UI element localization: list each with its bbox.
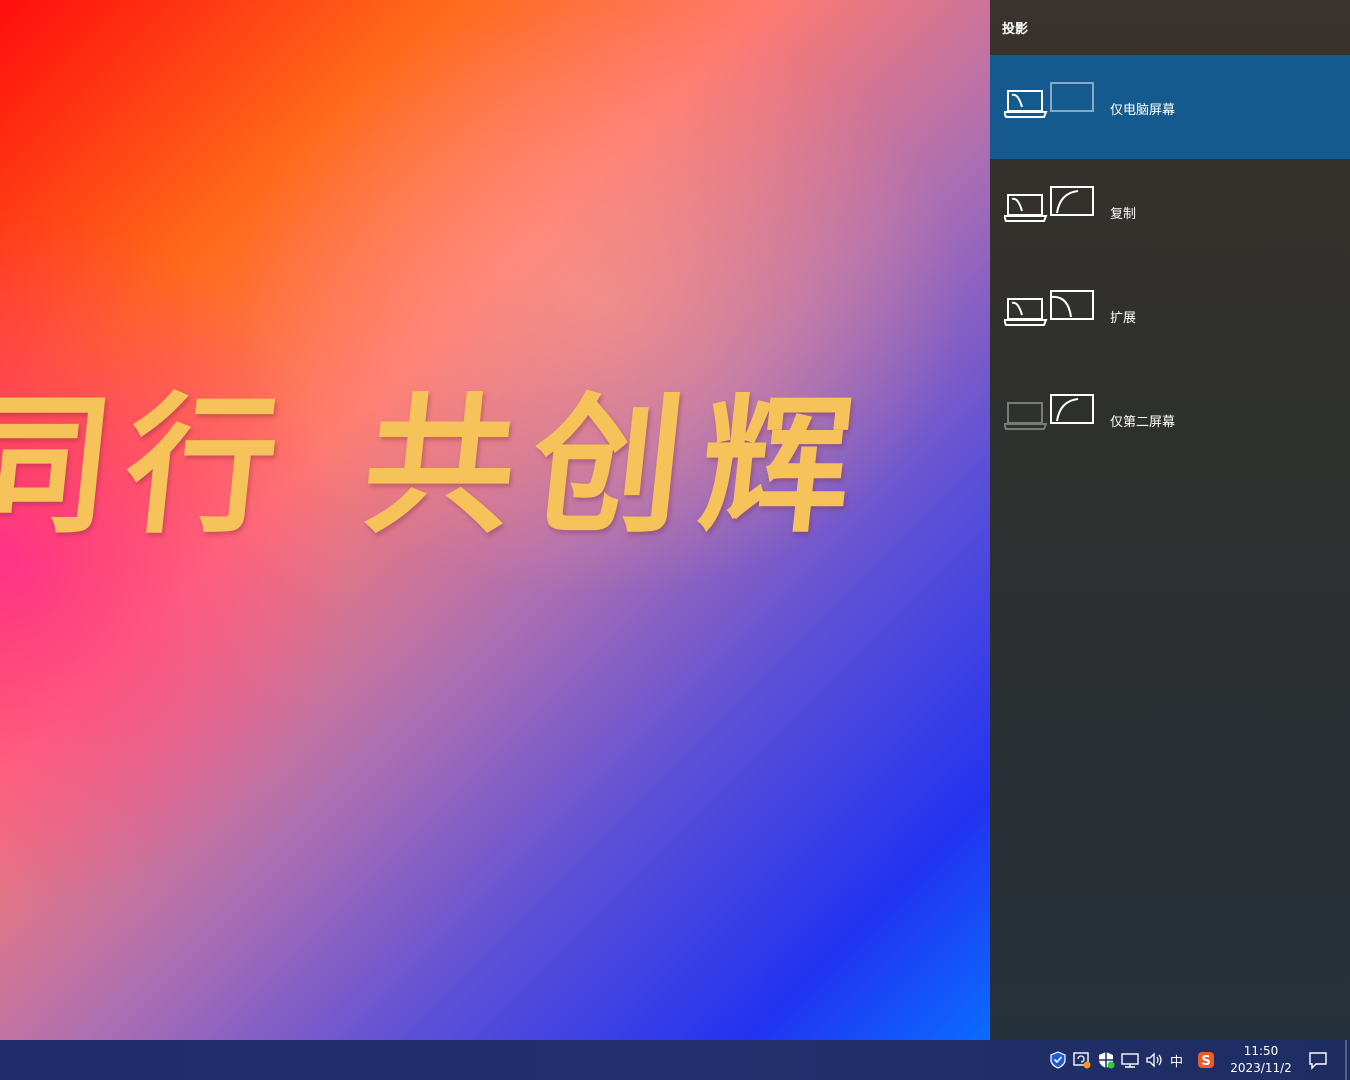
clock-date: 2023/11/2 xyxy=(1230,1061,1292,1075)
notification-center-icon[interactable] xyxy=(1308,1050,1328,1070)
taskbar-clock[interactable]: 11:50 2023/11/2 xyxy=(1222,1043,1300,1077)
pc-screen-only-icon xyxy=(1002,81,1096,123)
option-duplicate[interactable]: 复制 xyxy=(990,159,1350,263)
ime-indicator[interactable]: 中 xyxy=(1170,1051,1183,1070)
clock-time: 11:50 xyxy=(1243,1044,1279,1058)
show-desktop-button[interactable] xyxy=(1345,1040,1347,1080)
second-screen-only-icon xyxy=(1002,393,1096,435)
option-label: 扩展 xyxy=(1110,311,1137,326)
svg-text:S: S xyxy=(1201,1054,1210,1069)
sogou-ime-icon[interactable]: S xyxy=(1196,1050,1216,1070)
defender-icon[interactable] xyxy=(1096,1050,1116,1070)
option-extend[interactable]: 扩展 xyxy=(990,263,1350,367)
update-icon[interactable] xyxy=(1072,1050,1092,1070)
extend-icon xyxy=(1002,289,1096,331)
taskbar: 中 S 11:50 2023/11/2 xyxy=(0,1040,1350,1080)
option-second-screen-only[interactable]: 仅第二屏幕 xyxy=(990,367,1350,471)
project-panel: 投影 仅电脑屏幕 复制 扩展 仅第二屏幕 xyxy=(990,0,1350,1040)
duplicate-icon xyxy=(1002,185,1096,227)
desktop-screen: 同行 共创辉 投影 仅电脑屏幕 复制 扩展 仅第二屏幕 中 S 11:50 20… xyxy=(0,0,1350,1080)
security-shield-icon[interactable] xyxy=(1048,1050,1068,1070)
desktop-wallpaper: 同行 共创辉 xyxy=(0,0,990,1040)
wallpaper-slogan: 同行 共创辉 xyxy=(0,378,879,554)
volume-icon[interactable] xyxy=(1144,1050,1164,1070)
option-label: 仅电脑屏幕 xyxy=(1110,103,1176,118)
option-pc-screen-only[interactable]: 仅电脑屏幕 xyxy=(990,55,1350,159)
network-icon[interactable] xyxy=(1120,1050,1140,1070)
option-label: 仅第二屏幕 xyxy=(1110,415,1176,430)
option-label: 复制 xyxy=(1110,207,1137,222)
panel-title: 投影 xyxy=(1002,22,1029,37)
